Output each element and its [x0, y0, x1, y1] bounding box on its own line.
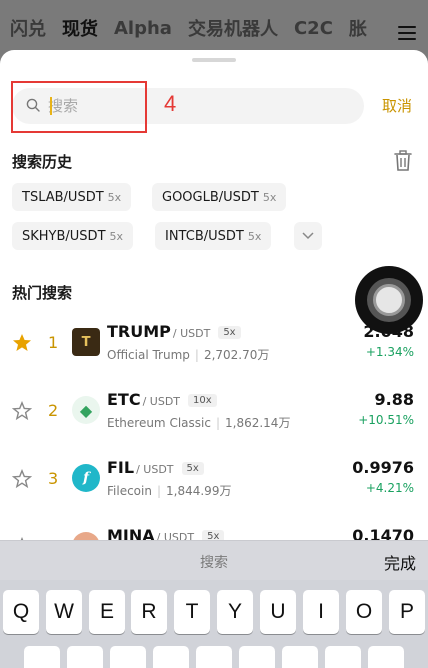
coin-symbol: TRUMP / USDT 5x [107, 322, 241, 341]
key[interactable]: E [89, 590, 125, 634]
quote-currency: / USDT [172, 327, 211, 340]
keyboard: Q W E R T Y U I O P [0, 580, 428, 668]
trump-logo-icon: T [72, 328, 100, 356]
key[interactable]: P [389, 590, 425, 634]
leverage-badge: 5x [181, 462, 204, 475]
trash-icon[interactable] [393, 150, 413, 172]
key[interactable]: W [46, 590, 82, 634]
tab-spot[interactable]: 现货 [62, 15, 98, 41]
key[interactable] [67, 646, 103, 668]
hot-search-row[interactable]: 1 T TRUMP / USDT 5x Official Trump | 2,702.7… [0, 320, 428, 388]
logo-glyph: T [81, 334, 91, 350]
keyboard-toolbar-title: 搜索 [200, 555, 228, 571]
search-history-title: 搜索历史 [12, 153, 73, 171]
key[interactable] [368, 646, 404, 668]
key[interactable] [153, 646, 189, 668]
key[interactable] [110, 646, 146, 668]
tab-trading-bot[interactable]: 交易机器人 [188, 15, 278, 41]
cancel-button[interactable]: 取消 [382, 95, 412, 116]
leverage-badge: 5x [218, 326, 241, 339]
change-percent: +10.51% [358, 413, 414, 427]
change-percent: +4.21% [365, 481, 414, 495]
tab-flash-swap[interactable]: 闪兑 [10, 15, 46, 41]
key[interactable] [325, 646, 361, 668]
coin-name-line: Official Trump | 2,702.70万 [107, 346, 269, 363]
star-outline-icon[interactable] [12, 401, 32, 421]
coin-name-line: Ethereum Classic | 1,862.14万 [107, 414, 290, 431]
key[interactable]: I [303, 590, 339, 634]
hot-search-row[interactable]: 3 f FIL / USDT 5x Filecoin | 1,844.99万 0.997… [0, 456, 428, 524]
key[interactable]: R [131, 590, 167, 634]
volume: 1,844.99万 [166, 484, 232, 498]
divider: | [215, 416, 220, 430]
chip-leverage: 5x [107, 190, 122, 204]
quote-currency: / USDT [142, 395, 181, 408]
volume: 2,702.70万 [203, 348, 270, 362]
tab-alpha[interactable]: Alpha [114, 18, 172, 39]
key[interactable]: Q [3, 590, 39, 634]
price: 9.88 [374, 390, 414, 409]
assistive-touch-ring [367, 278, 411, 322]
history-chip[interactable]: SKHYB/USDT 5x [12, 222, 134, 250]
divider: | [156, 484, 162, 498]
hot-search-row[interactable]: 2 ◆ ETC / USDT 10x Ethereum Classic | 1,862.… [0, 388, 428, 456]
annotation-number: 4 [164, 91, 177, 116]
fil-logo-icon: f [72, 464, 100, 492]
key[interactable]: Y [217, 590, 253, 634]
coin-name: Filecoin [107, 484, 152, 498]
coin-symbol: FIL / USDT 5x [107, 458, 204, 477]
key[interactable]: O [346, 590, 382, 634]
sheet-drag-handle[interactable] [192, 58, 236, 62]
menu-icon[interactable] [398, 26, 416, 40]
chip-symbol: GOOGLB/USDT [162, 189, 259, 205]
done-button[interactable]: 完成 [384, 550, 416, 574]
top-nav: 闪兑 现货 Alpha 交易机器人 C2C 胀 [0, 0, 428, 56]
divider: | [194, 348, 199, 362]
key[interactable]: T [174, 590, 210, 634]
coin-name: Ethereum Classic [107, 416, 211, 430]
quote-currency: / USDT [136, 463, 174, 476]
logo-glyph: ◆ [79, 400, 93, 420]
history-chip[interactable]: INTCB/USDT 5x [155, 222, 272, 250]
price: 0.9976 [352, 458, 414, 477]
coin-symbol: ETC / USDT 10x [107, 390, 217, 409]
rank-number: 2 [48, 401, 59, 420]
chip-symbol: SKHYB/USDT [22, 228, 106, 244]
symbol-text: FIL [107, 458, 135, 477]
tab-c2c[interactable]: C2C [294, 18, 333, 39]
annotation-highlight-box [11, 81, 147, 133]
coin-name-line: Filecoin | 1,844.99万 [107, 482, 231, 499]
chip-leverage: 5x [109, 229, 124, 243]
key[interactable] [196, 646, 232, 668]
change-percent: +1.34% [365, 345, 414, 359]
assistive-touch-core [373, 284, 405, 316]
rank-number: 3 [48, 469, 59, 488]
coin-name: Official Trump [107, 348, 190, 362]
key[interactable] [239, 646, 275, 668]
hot-search-title: 热门搜索 [12, 284, 73, 302]
assistive-touch-button[interactable] [355, 266, 423, 334]
expand-history-button[interactable] [294, 222, 322, 250]
symbol-text: ETC [107, 390, 141, 409]
leverage-badge: 10x [188, 394, 217, 407]
key[interactable] [24, 646, 60, 668]
chip-symbol: INTCB/USDT [165, 228, 244, 244]
chip-leverage: 5x [247, 229, 262, 243]
star-filled-icon[interactable] [12, 333, 32, 353]
star-outline-icon[interactable] [12, 469, 32, 489]
logo-glyph: f [82, 470, 90, 486]
tab-more[interactable]: 胀 [349, 15, 367, 41]
history-chip[interactable]: TSLAB/USDT 5x [12, 183, 132, 211]
volume: 1,862.14万 [225, 416, 291, 430]
history-chip[interactable]: GOOGLB/USDT 5x [152, 183, 287, 211]
symbol-text: TRUMP [107, 322, 171, 341]
etc-logo-icon: ◆ [72, 396, 100, 424]
chevron-down-icon [302, 232, 314, 240]
key[interactable]: U [260, 590, 296, 634]
key[interactable] [282, 646, 318, 668]
keyboard-toolbar: 搜索 完成 [0, 540, 428, 580]
chip-leverage: 5x [262, 190, 277, 204]
chip-symbol: TSLAB/USDT [22, 189, 104, 205]
rank-number: 1 [48, 333, 59, 352]
